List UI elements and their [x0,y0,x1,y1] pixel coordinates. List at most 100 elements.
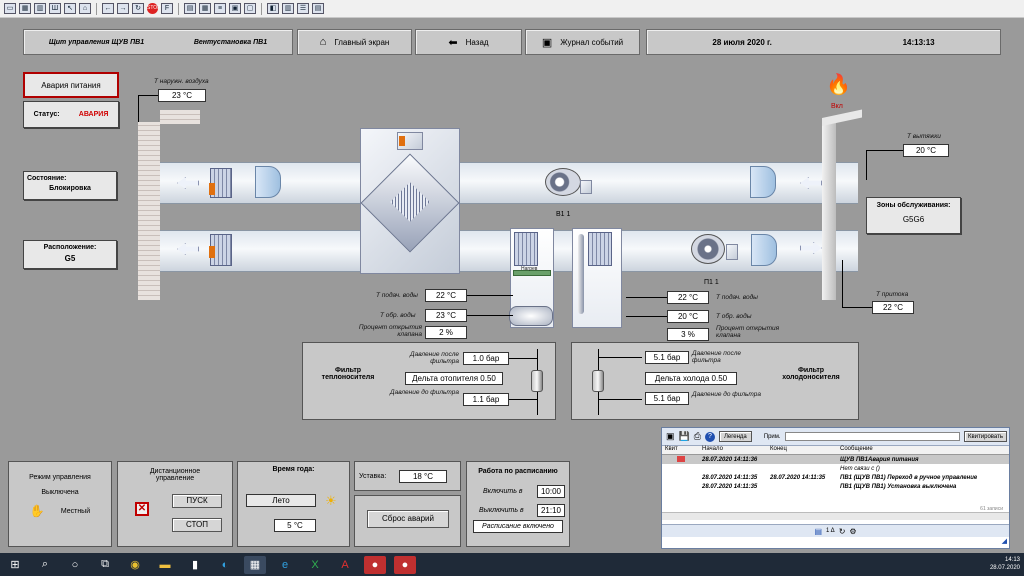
location-value: G5 [64,254,76,263]
reset-alarms-button[interactable]: Сброс аварий [367,510,449,528]
panel-icon[interactable]: ▢ [244,3,256,14]
report-icon[interactable]: ▤ [312,3,324,14]
cooler-return-water-value: 20 °C [667,310,709,323]
refresh-log-icon[interactable]: ↻ [839,527,846,536]
supply-temp-value: 22 °C [872,301,914,314]
resize-icon[interactable]: ◢ [1002,537,1007,545]
app-runner-icon[interactable]: ▮ [184,556,206,574]
datetime-panel: 28 июля 2020 г. 14:13:13 [646,29,1001,55]
heater-valve-open-value: 2 % [425,326,467,339]
windows-start-icon[interactable]: ⊞ [4,556,26,574]
folder-icon[interactable]: ▬ [154,556,176,574]
legend-button[interactable]: Легенда [718,431,752,442]
event-row[interactable]: 28.07.2020 14:11:35 ПВ1 (ЩУВ ПВ1) Устано… [662,482,1009,491]
columns-icon[interactable]: ▥ [282,3,294,14]
table-icon[interactable]: ▦ [199,3,211,14]
stop-icon[interactable]: STOP [147,3,161,14]
excel-icon[interactable]: X [304,556,326,574]
help-icon[interactable]: ? [704,431,715,442]
status-value: АВАРИЯ [78,111,109,118]
refresh-icon[interactable]: ↻ [132,3,144,14]
task-view-icon[interactable]: ⧉ [94,556,116,574]
pdf-icon[interactable]: A [334,556,356,574]
heat-delta: Дельта отопителя 0.50 [405,372,503,385]
table-view-icon[interactable]: ▣ [666,431,675,442]
chart-icon[interactable]: ▥ [34,3,46,14]
supply-filter [751,234,777,266]
cold-delta: Дельта холода 0.50 [645,372,737,385]
outdoor-temp-label: Т наружн. воздуха [154,78,209,85]
home-icon[interactable]: ⌂ [79,3,91,14]
comment-input[interactable] [784,432,960,441]
stop-button[interactable]: СТОП [172,518,222,532]
layout-icon[interactable]: ▣ [229,3,241,14]
grid-icon[interactable]: ▦ [19,3,31,14]
settings-log-icon[interactable]: ⚙ [849,527,856,536]
wall-top [160,110,200,124]
mode-local: Местный [60,507,91,515]
list-icon[interactable]: ≡ [214,3,226,14]
forward-arrow-icon[interactable]: → [117,3,129,14]
heating-coil [514,232,538,266]
alarm-icon [677,455,685,462]
acknowledge-button[interactable]: Квитировать [963,431,1007,442]
column-icon[interactable]: Ш [49,3,61,14]
mode-state: Выключена [41,489,79,496]
remote-title: Дистанционное управление [149,468,201,482]
heater-supply-water-label: Т подач. воды [376,292,418,299]
search-icon[interactable]: ⌕ [34,556,56,574]
schedule-state: Расписание включено [473,520,563,533]
scada-app-icon[interactable]: ▦ [244,555,266,574]
rows-icon[interactable]: ☰ [297,3,309,14]
house-icon: ⌂ [319,36,327,48]
back-arrow-icon[interactable]: ← [102,3,114,14]
cortana-icon[interactable]: ○ [64,556,86,574]
schedule-on-value[interactable]: 10:00 [537,485,565,498]
heater-return-water-label: Т обр. воды [380,312,416,319]
schedule-title: Работа по расписанию [478,468,558,475]
print-icon[interactable]: ⎙ [694,431,701,442]
save-log-icon[interactable]: 💾 [679,431,690,442]
heater-supply-water-value: 22 °C [425,289,467,302]
sun-icon: ☀ [325,493,337,508]
horizontal-scrollbar[interactable] [662,512,1009,520]
schedule-off-value[interactable]: 21:10 [537,504,565,517]
system-tray-clock[interactable]: 14:13 28.07.2020 [990,556,1020,572]
damper-actuator [209,183,215,195]
schedule-off-label: Выключить в [479,507,524,514]
cooler-return-water-label: Т обр. воды [716,313,752,320]
start-button[interactable]: ПУСК [172,494,222,508]
fire-status: Вкл [831,103,843,110]
window-icon[interactable]: ▤ [184,3,196,14]
ie-icon[interactable]: e [274,556,296,574]
filter-icon[interactable]: ▤ [814,527,822,536]
zoom-icon[interactable]: ↖ [64,3,76,14]
cooler-supply-water-value: 22 °C [667,291,709,304]
app-red-1-icon[interactable]: ● [364,555,386,574]
edge-icon[interactable]: ◐ [214,556,236,574]
event-row[interactable]: Нет связи с () [662,464,1009,473]
comment-label: Прим. [763,433,781,440]
chrome-icon[interactable]: ◉ [124,556,146,574]
event-row[interactable]: 28.07.2020 14:11:36 ЩУВ ПВ1Авария питани… [662,455,1009,464]
heat-filter-canister [531,370,543,392]
exhaust-fan-label: В1 1 [556,211,571,218]
remote-control-panel: Дистанционное управление ✕ ПУСК СТОП [117,461,233,547]
app-red-2-icon[interactable]: ● [394,555,416,574]
flag-icon[interactable]: F [161,3,173,14]
open-icon[interactable]: ▭ [4,3,16,14]
event-log-widget: ▣ 💾 ⎙ ? Легенда Прим. Квитировать Квит Н… [661,427,1010,549]
event-log-button[interactable]: ▣ Журнал событий [525,29,640,55]
event-row[interactable]: 28.07.2020 14:11:35 28.07.2020 14:11:35 … [662,473,1009,482]
main-screen-button[interactable]: ⌂ Главный экран [297,29,412,55]
cooling-coil [588,232,612,266]
schedule-on-label: Включить в [483,488,523,495]
panel-title: Щит управления ЩУВ ПВ1 [48,38,145,46]
setpoint-value[interactable]: 18 °C [399,470,447,483]
heating-valve-label: Нагрев [521,266,538,272]
event-toolbar: ▣ 💾 ⎙ ? Легенда Прим. Квитировать [662,428,1009,446]
heater-return-water-value: 23 °C [425,309,467,322]
split-icon[interactable]: ◧ [267,3,279,14]
back-button[interactable]: ⬅ Назад [415,29,522,55]
season-value[interactable]: Лето [246,494,316,507]
